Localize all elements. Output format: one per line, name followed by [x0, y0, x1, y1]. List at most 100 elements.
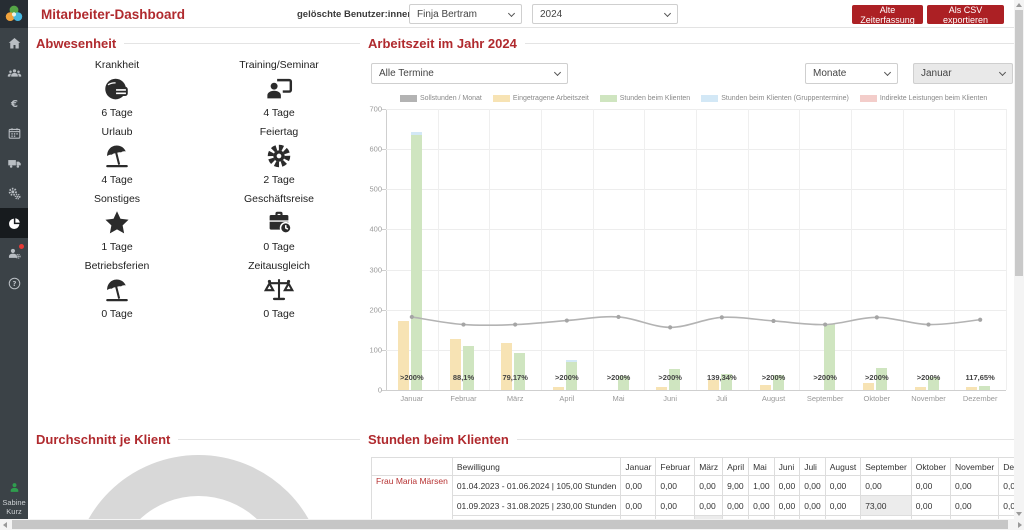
column-header: März: [695, 458, 723, 476]
legend-item[interactable]: Sollstunden / Monat: [400, 95, 482, 102]
training-icon: [198, 71, 360, 107]
sidebar-item-home[interactable]: [0, 28, 28, 58]
month-value-cell: 0,00: [999, 496, 1014, 516]
client-hours-title: Stunden beim Klienten: [368, 432, 1014, 447]
month-value-cell: 0,00: [999, 476, 1014, 496]
month-value-cell: 73,00: [861, 496, 912, 516]
y-tick-label: 600: [369, 145, 382, 154]
granularity-select[interactable]: Monate: [805, 63, 898, 84]
truck-icon: [7, 156, 22, 171]
month-value-cell: 0,00: [656, 496, 695, 516]
column-header: Februar: [656, 458, 695, 476]
month-value-cell: 0,00: [800, 496, 826, 516]
svg-text:€: €: [10, 98, 18, 109]
vertical-scrollbar-thumb[interactable]: [1015, 10, 1023, 276]
sidebar-item-statistics[interactable]: [0, 208, 28, 238]
legend-item[interactable]: Indirekte Leistungen beim Klienten: [860, 95, 987, 102]
bewilligung-cell: 01.09.2023 - 31.08.2025 | 230,00 Stunden: [452, 496, 621, 516]
month-select[interactable]: Januar: [913, 63, 1013, 84]
worktime-section: Arbeitszeit im Jahr 2024 Alle Termine Mo…: [368, 36, 1014, 422]
year-select-value: 2024: [540, 9, 562, 20]
chart-bar-klienten: [463, 346, 474, 390]
y-tick-label: 500: [369, 185, 382, 194]
absence-grid: Krankheit6 TageTraining/Seminar4 TageUrl…: [36, 59, 360, 327]
mitarbeiter-dashboard-page: Mitarbeiter-Dashboard gelöschte Benutzer…: [0, 0, 1024, 530]
bar-percent-label: 117,65%: [950, 373, 1010, 382]
column-header: Juni: [774, 458, 800, 476]
column-header: November: [951, 458, 999, 476]
granularity-value: Monate: [813, 68, 846, 79]
sidebar-item-team[interactable]: [0, 58, 28, 88]
absence-value: 4 Tage: [198, 107, 360, 119]
y-tick-label: 400: [369, 225, 382, 234]
month-value-cell: 9,00: [723, 476, 749, 496]
sidebar: €? Sabine Kurz: [0, 28, 28, 530]
month-value-cell: 0,00: [695, 476, 723, 496]
chevron-down-icon: [554, 69, 561, 76]
month-value-cell: 0,00: [825, 496, 860, 516]
legend-item[interactable]: Eingetragene Arbeitszeit: [493, 95, 589, 102]
team-icon: [7, 66, 22, 81]
deleted-users-toggle[interactable]: gelöschte Benutzer:innen: [297, 0, 427, 28]
scroll-up-icon[interactable]: [1016, 3, 1022, 7]
chevron-down-icon: [999, 69, 1006, 76]
bewilligung-cell: 01.04.2023 - 01.06.2024 | 105,00 Stunden: [452, 476, 621, 496]
legend-item[interactable]: Stunden beim Klienten (Gruppentermine): [701, 95, 849, 102]
sidebar-user-name-2: Kurz: [0, 507, 28, 516]
month-select-value: Januar: [921, 68, 952, 79]
column-header: Bewilligung: [452, 458, 621, 476]
export-csv-button[interactable]: Als CSV exportieren: [927, 5, 1004, 24]
scroll-down-icon[interactable]: [1016, 512, 1022, 516]
legend-swatch: [493, 95, 510, 102]
horizontal-scrollbar[interactable]: [0, 519, 1024, 530]
month-value-cell: 1,00: [749, 476, 775, 496]
column-header: September: [861, 458, 912, 476]
chevron-down-icon: [508, 9, 515, 16]
topbar: Mitarbeiter-Dashboard gelöschte Benutzer…: [0, 0, 1024, 28]
month-value-cell: 0,00: [825, 476, 860, 496]
gear-icon: [198, 138, 360, 174]
appointments-filter-value: Alle Termine: [379, 68, 434, 79]
absence-value: 2 Tage: [198, 174, 360, 186]
user-select[interactable]: Finja Bertram: [409, 4, 522, 24]
horizontal-scrollbar-thumb[interactable]: [12, 520, 1008, 529]
scroll-left-icon[interactable]: [3, 522, 7, 528]
app-logo-icon[interactable]: [0, 0, 28, 28]
question-icon: ?: [7, 276, 22, 291]
vertical-scrollbar[interactable]: [1014, 0, 1024, 530]
sidebar-item-finances[interactable]: €: [0, 88, 28, 118]
pie-chart-icon: [7, 216, 22, 231]
column-header: [372, 458, 453, 476]
table-row: 01.09.2023 - 31.08.2025 | 230,00 Stunden…: [372, 496, 1015, 516]
chart-bar-arbeitszeit: [656, 387, 667, 390]
sidebar-item-transport[interactable]: [0, 148, 28, 178]
chart-bar-arbeitszeit: [450, 339, 461, 390]
appointments-filter-select[interactable]: Alle Termine: [371, 63, 568, 84]
month-value-cell: 0,00: [951, 476, 999, 496]
y-tick-label: 700: [369, 105, 382, 114]
sidebar-current-user[interactable]: Sabine Kurz: [0, 481, 28, 516]
column-header: Mai: [749, 458, 775, 476]
chart-bar-arbeitszeit: [501, 343, 512, 390]
table-row: Frau Maria Märsen01.04.2023 - 01.06.2024…: [372, 476, 1015, 496]
client-name-link[interactable]: Frau Maria Märsen: [372, 476, 453, 522]
legend-item[interactable]: Stunden beim Klienten: [600, 95, 690, 102]
absence-item-8: Zeitausgleich0 Tage: [198, 260, 360, 327]
legend-swatch: [860, 95, 877, 102]
y-tick-label: 100: [369, 345, 382, 354]
sidebar-item-help[interactable]: ?: [0, 268, 28, 298]
client-hours-section: Stunden beim Klienten BewilligungJanuarF…: [368, 432, 1014, 530]
month-value-cell: 0,00: [723, 496, 749, 516]
user-icon: [8, 481, 21, 494]
month-value-cell: 0,00: [951, 496, 999, 516]
old-time-tracking-button[interactable]: Alte Zeiterfassung: [852, 5, 923, 24]
absence-item-3: Urlaub4 Tage: [36, 126, 198, 193]
column-header: Juli: [800, 458, 826, 476]
sidebar-item-calendar[interactable]: [0, 118, 28, 148]
chart-bar-arbeitszeit: [966, 387, 977, 390]
absence-item-7: Betriebsferien0 Tage: [36, 260, 198, 327]
sidebar-item-settings[interactable]: [0, 178, 28, 208]
year-select[interactable]: 2024: [532, 4, 678, 24]
sidebar-item-user-management[interactable]: [0, 238, 28, 268]
scroll-right-icon[interactable]: [1018, 522, 1022, 528]
